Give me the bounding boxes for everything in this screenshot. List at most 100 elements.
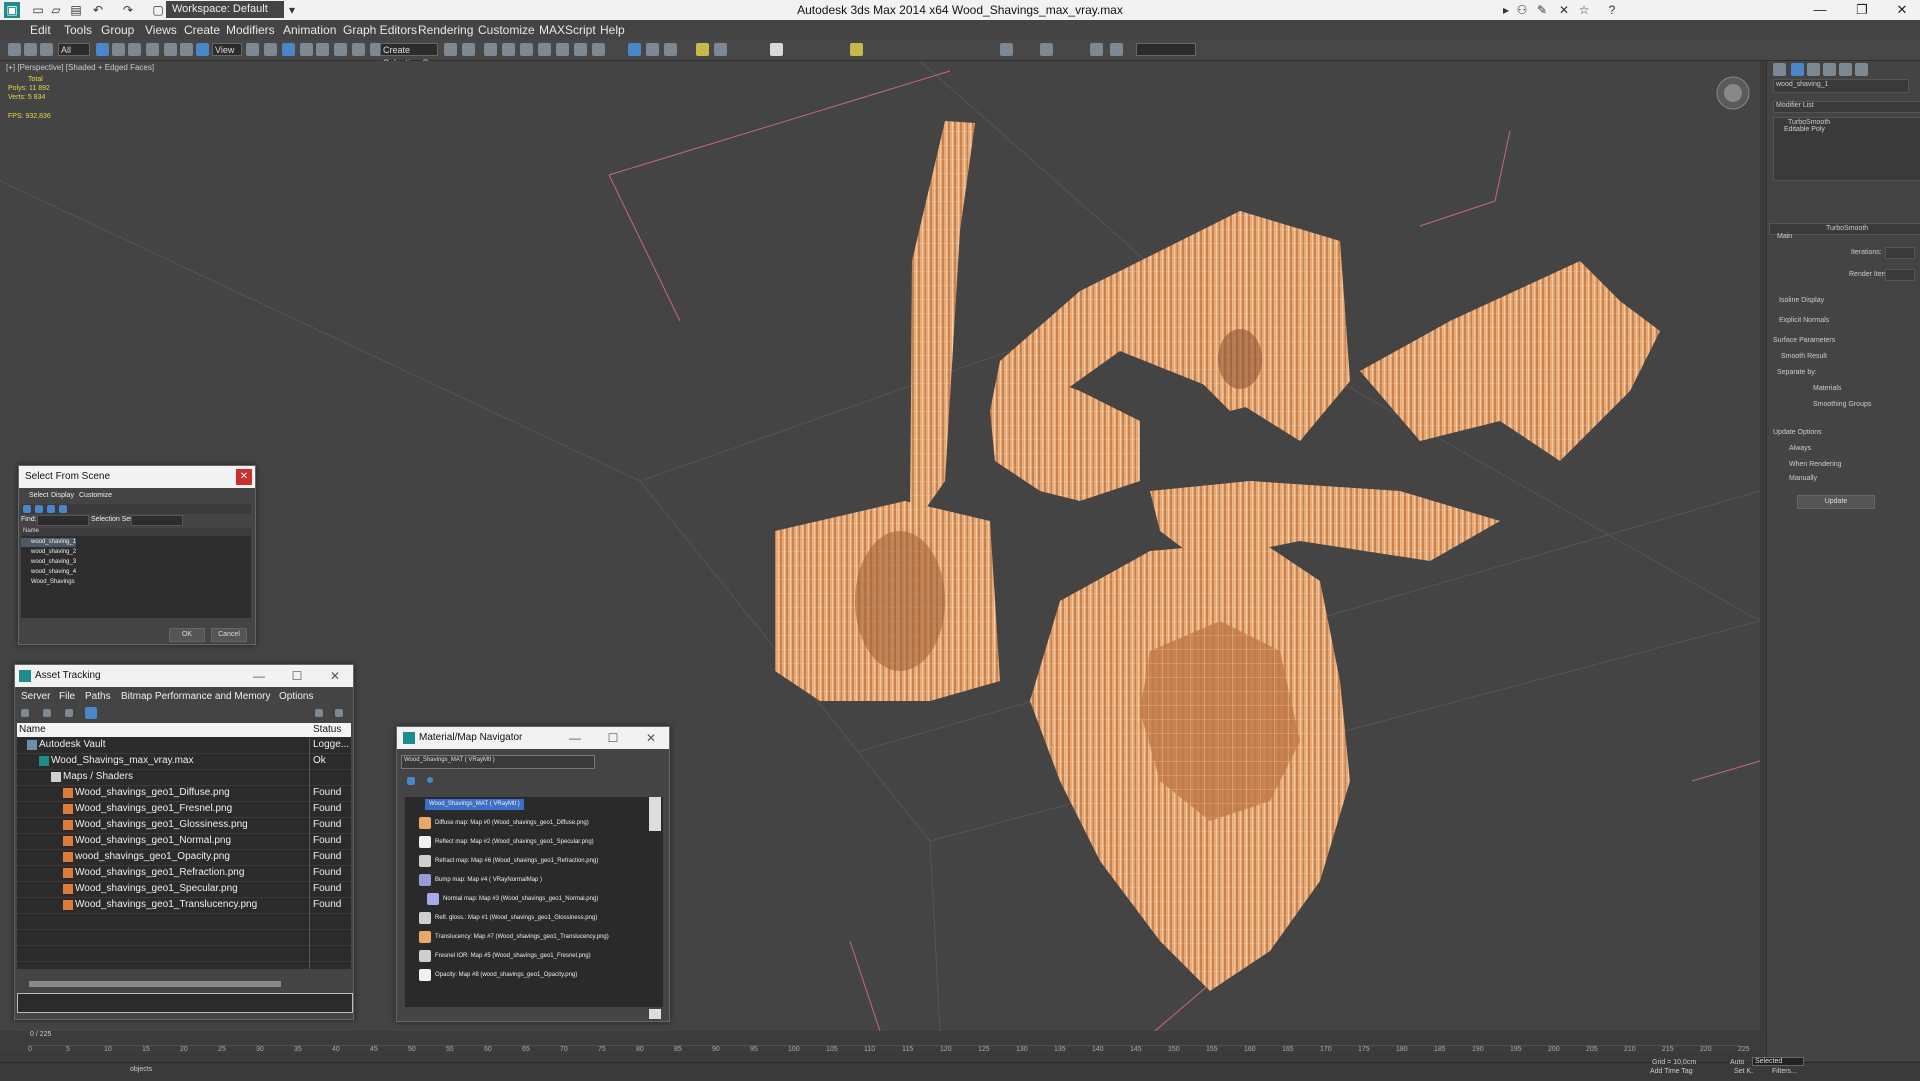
sfs-menu-customize[interactable]: Customize xyxy=(79,492,112,499)
close-icon[interactable]: ✕ xyxy=(236,469,252,485)
workspace-dropdown[interactable]: Workspace: Default xyxy=(166,1,284,18)
ribbon-icon[interactable] xyxy=(502,43,515,56)
pivot-center-icon[interactable] xyxy=(246,43,259,56)
material-editor-icon[interactable] xyxy=(556,43,569,56)
minimize-icon[interactable]: — xyxy=(241,665,277,687)
vray-ies-icon[interactable] xyxy=(850,43,863,56)
table-row[interactable]: Wood_shavings_geo1_Refraction.png Found xyxy=(17,865,351,882)
at-col-status[interactable]: Status xyxy=(313,724,341,735)
sfs-selection-set-dropdown[interactable] xyxy=(131,515,183,526)
table-row[interactable]: Wood_Shavings_max_vray.max Ok xyxy=(17,753,351,770)
vray-displacement-icon[interactable] xyxy=(1110,43,1123,56)
link-icon[interactable] xyxy=(8,43,21,56)
align-icon[interactable] xyxy=(462,43,475,56)
angle-snap-icon[interactable] xyxy=(316,43,329,56)
vray-plane-icon[interactable] xyxy=(1090,43,1103,56)
render-icon[interactable] xyxy=(628,43,641,56)
menu-animation[interactable]: Animation xyxy=(283,23,336,37)
iterations-spinner[interactable] xyxy=(1885,247,1915,259)
vray-light-icon[interactable] xyxy=(696,43,709,56)
at-refresh-icon[interactable] xyxy=(21,709,29,717)
menu-edit[interactable]: Edit xyxy=(30,23,51,37)
new-file-icon[interactable]: ▭ xyxy=(30,2,46,18)
at-horizontal-scrollbar[interactable] xyxy=(29,981,281,987)
menu-modifiers[interactable]: Modifiers xyxy=(226,23,275,37)
at-help-icon[interactable] xyxy=(315,709,323,717)
track-bar[interactable]: 0 5 10 15 20 25 30 35 40 45 50 55 60 65 70 75 80 85 90 95 10… xyxy=(0,1045,1766,1057)
always-radio[interactable]: Always xyxy=(1789,445,1811,452)
modify-tab-icon[interactable] xyxy=(1791,63,1804,76)
key-mode-dropdown[interactable]: Selected xyxy=(1752,1057,1804,1066)
modifier-list-dropdown[interactable]: Modifier List xyxy=(1773,101,1920,113)
menu-group[interactable]: Group xyxy=(101,23,134,37)
display-tab-icon[interactable] xyxy=(1839,63,1852,76)
at-col-name[interactable]: Name xyxy=(19,724,46,735)
stack-item-turbosmooth[interactable]: TurboSmooth xyxy=(1788,119,1830,126)
help-icon[interactable]: ? xyxy=(1604,2,1620,18)
vray-frame-buffer-icon[interactable] xyxy=(646,43,659,56)
at-path-field[interactable] xyxy=(17,993,353,1013)
reference-coord-dropdown[interactable]: View xyxy=(212,43,242,56)
sfs-find-input[interactable] xyxy=(37,515,89,526)
object-name-field[interactable]: wood_shaving_1 xyxy=(1773,79,1909,93)
menu-tools[interactable]: Tools xyxy=(64,23,92,37)
list-item[interactable]: wood_shaving_2 xyxy=(21,548,76,557)
vray-icon[interactable] xyxy=(664,43,677,56)
list-item[interactable]: Wood_Shavings xyxy=(21,578,75,587)
modifier-stack[interactable]: TurboSmooth Editable Poly xyxy=(1773,117,1920,181)
render-iters-spinner[interactable] xyxy=(1885,269,1915,281)
motion-tab-icon[interactable] xyxy=(1823,63,1836,76)
list-item[interactable]: wood_shaving_4 xyxy=(21,568,76,577)
smooth-result-checkbox[interactable]: Smooth Result xyxy=(1781,353,1827,360)
search-arrow-icon[interactable]: ▸ xyxy=(1498,2,1514,18)
communication-icon[interactable]: ✎ xyxy=(1534,2,1550,18)
viewport-label[interactable]: [+] [Perspective] [Shaded + Edged Faces] xyxy=(6,63,154,72)
menu-graph-editors[interactable]: Graph Editors xyxy=(343,23,417,37)
materials-checkbox[interactable]: Materials xyxy=(1813,385,1841,392)
undo-icon[interactable]: ↶ xyxy=(90,2,106,18)
vray-sun-icon[interactable] xyxy=(714,43,727,56)
table-row[interactable]: Wood_shavings_geo1_Fresnel.png Found xyxy=(17,801,351,818)
mmn-list-view-icon[interactable] xyxy=(407,777,415,785)
minimize-icon[interactable]: — xyxy=(557,727,593,749)
binoculars-icon[interactable]: ⚇ xyxy=(1514,2,1530,18)
minimize-icon[interactable]: — xyxy=(1800,0,1840,20)
menu-maxscript[interactable]: MAXScript xyxy=(539,23,596,37)
vray-proxy-icon[interactable] xyxy=(1000,43,1013,56)
at-settings-icon[interactable] xyxy=(335,709,343,717)
list-item[interactable]: wood_shaving_3 xyxy=(21,558,76,567)
create-tab-icon[interactable] xyxy=(1773,63,1786,76)
at-menu-bitmap-performance[interactable]: Bitmap Performance and Memory xyxy=(121,691,271,702)
curve-editor-icon[interactable] xyxy=(520,43,533,56)
viewcube-icon[interactable] xyxy=(1716,76,1750,110)
menu-create[interactable]: Create xyxy=(184,23,220,37)
at-tree-view-icon[interactable] xyxy=(65,709,73,717)
at-list-view-icon[interactable] xyxy=(43,709,51,717)
at-menu-server[interactable]: Server xyxy=(21,691,50,702)
app-logo-icon[interactable]: ▣ xyxy=(4,2,20,18)
isoline-checkbox[interactable]: Isoline Display xyxy=(1779,297,1824,304)
at-asset-table[interactable]: Name Status Autodesk Vault Logge... Wood_S… xyxy=(17,723,351,969)
close-icon[interactable]: ✕ xyxy=(633,727,669,749)
snaps-toggle-icon[interactable] xyxy=(300,43,313,56)
redo-icon[interactable]: ↷ xyxy=(120,2,136,18)
utilities-tab-icon[interactable] xyxy=(1855,63,1868,76)
set-key-button[interactable]: Set K. xyxy=(1734,1068,1753,1075)
rendered-frame-icon[interactable] xyxy=(592,43,605,56)
close-icon[interactable]: ✕ xyxy=(1882,0,1920,20)
maximize-icon[interactable]: ❐ xyxy=(1842,0,1882,20)
sfs-object-list[interactable]: Name wood_shaving_1 wood_shaving_2 wood_… xyxy=(21,528,251,618)
sfs-cancel-button[interactable]: Cancel xyxy=(211,628,247,642)
sfs-menu-select[interactable]: Select xyxy=(29,492,48,499)
sfs-filter-icon[interactable] xyxy=(47,505,55,513)
table-row[interactable]: Wood_shavings_geo1_Glossiness.png Found xyxy=(17,817,351,834)
sfs-filter-icon[interactable] xyxy=(35,505,43,513)
schematic-view-icon[interactable] xyxy=(538,43,551,56)
table-row[interactable]: Wood_shavings_geo1_Translucency.png Found xyxy=(17,897,351,914)
mirror-icon[interactable] xyxy=(444,43,457,56)
render-setup-icon[interactable] xyxy=(574,43,587,56)
at-table-view-icon[interactable] xyxy=(85,707,97,719)
layer-manager-icon[interactable] xyxy=(484,43,497,56)
move-icon[interactable] xyxy=(164,43,177,56)
table-row[interactable]: Maps / Shaders xyxy=(17,769,351,786)
